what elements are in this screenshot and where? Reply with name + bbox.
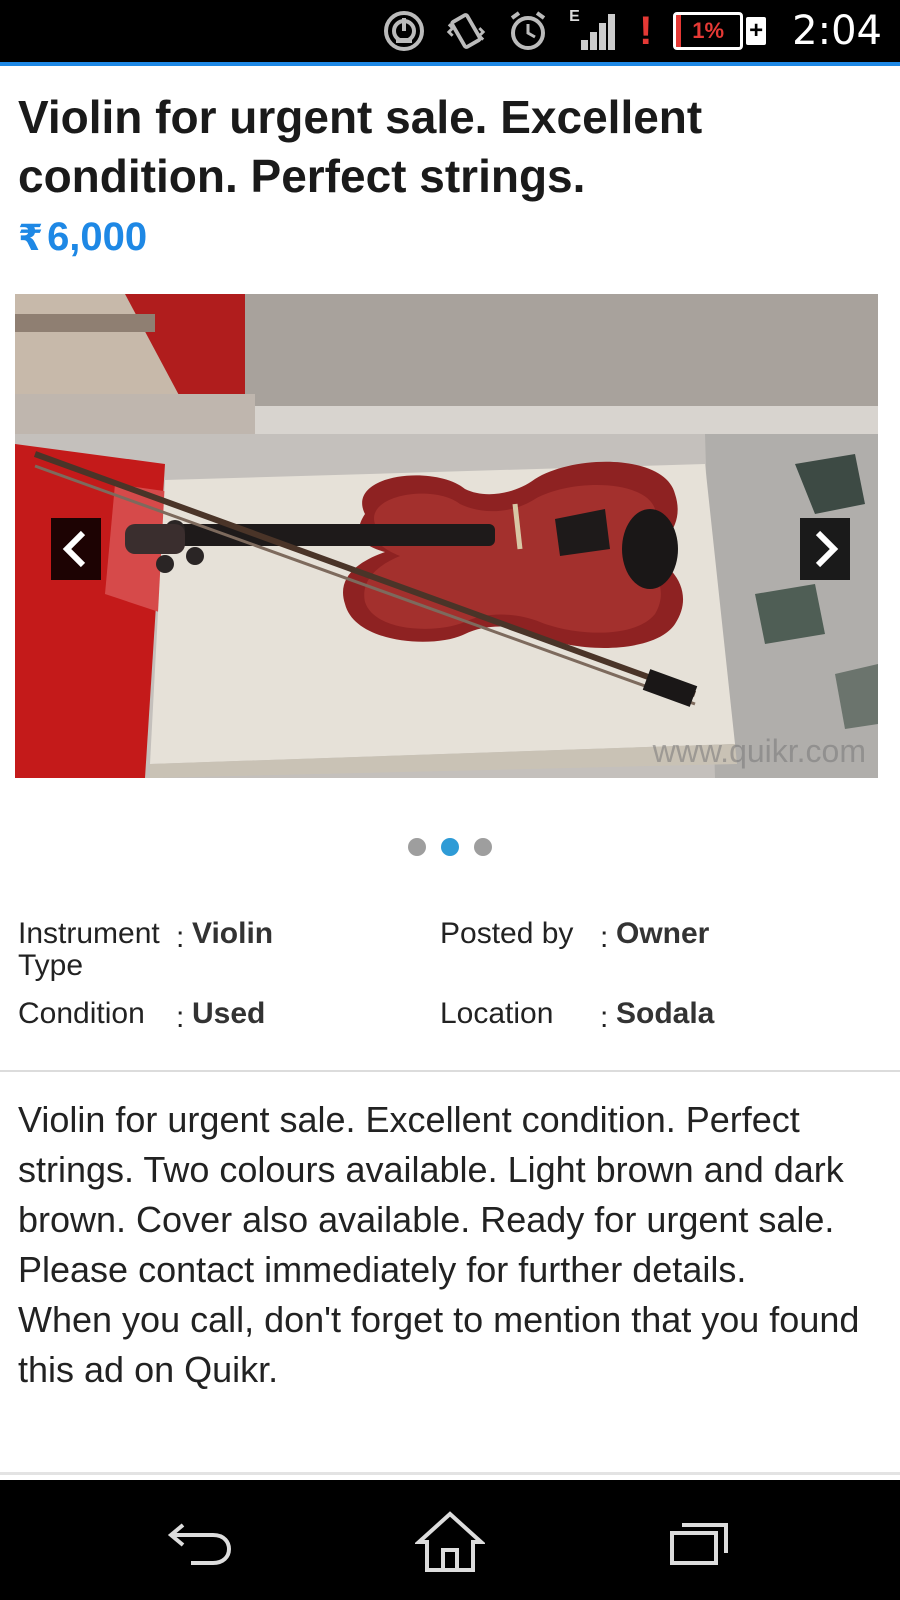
spec-instrument-type: Instrument Type : Violin xyxy=(18,918,273,982)
ad-price: ₹ 6,000 xyxy=(18,215,147,260)
section-divider xyxy=(0,1472,900,1475)
description-paragraph: When you call, don't forget to mention t… xyxy=(18,1299,860,1390)
battery-level: 1% xyxy=(692,18,725,43)
alarm-clock-icon xyxy=(507,10,549,52)
violin-photo xyxy=(15,294,878,778)
spec-location-label: Location xyxy=(440,997,554,1030)
spec-colon: : xyxy=(176,1001,185,1034)
home-button[interactable] xyxy=(405,1502,495,1582)
chevron-left-icon xyxy=(62,530,86,568)
spec-condition-value: Used xyxy=(192,997,266,1030)
home-icon xyxy=(415,1511,485,1572)
spec-instrument-label-line2: Type xyxy=(18,949,84,982)
page-dot-active[interactable] xyxy=(441,838,459,856)
spec-location-value: Sodala xyxy=(616,997,715,1030)
gallery-prev-button[interactable] xyxy=(51,518,101,580)
spec-instrument-label-line1: Instrument xyxy=(18,917,160,950)
signal-icon: E xyxy=(569,8,619,52)
chevron-right-icon xyxy=(815,530,839,568)
image-gallery[interactable]: www.quikr.com xyxy=(15,294,878,778)
gallery-next-button[interactable] xyxy=(800,518,850,580)
recent-apps-button[interactable] xyxy=(655,1502,745,1582)
alert-icon: ! xyxy=(639,8,653,53)
spec-colon: : xyxy=(600,1001,609,1034)
battery-icon: 1% + xyxy=(673,12,767,50)
description-paragraph: Violin for urgent sale. Excellent condit… xyxy=(18,1099,844,1290)
recent-apps-icon xyxy=(670,1523,728,1565)
spec-location: Location : Sodala xyxy=(440,998,714,1035)
image-watermark: www.quikr.com xyxy=(652,733,866,769)
status-time: 2:04 xyxy=(792,8,882,54)
spec-instrument-value: Violin xyxy=(192,917,274,950)
page-dot[interactable] xyxy=(408,838,426,856)
spec-posted-by: Posted by : Owner xyxy=(440,918,709,955)
spec-colon: : xyxy=(176,921,185,954)
ad-title: Violin for urgent sale. Excellent condit… xyxy=(18,91,703,202)
system-nav-bar xyxy=(0,1480,900,1600)
spec-posted-by-label: Posted by xyxy=(440,917,574,950)
back-icon xyxy=(167,1523,232,1565)
status-bar: E ! 1% + 2:04 xyxy=(0,0,900,62)
spec-posted-by-value: Owner xyxy=(616,917,710,950)
gallery-pagination xyxy=(0,838,900,856)
page-dot[interactable] xyxy=(474,838,492,856)
status-accent-line xyxy=(0,62,900,66)
vibrate-icon xyxy=(445,10,487,52)
spec-condition-label: Condition xyxy=(18,997,145,1030)
speedometer-icon xyxy=(383,10,425,52)
charging-plus: + xyxy=(746,17,767,45)
spec-colon: : xyxy=(600,921,609,954)
back-button[interactable] xyxy=(155,1502,245,1582)
currency-symbol: ₹ xyxy=(18,217,44,258)
ad-description: Violin for urgent sale. Excellent condit… xyxy=(18,1095,884,1395)
network-type-label: E xyxy=(569,8,580,25)
spec-condition: Condition : Used xyxy=(18,998,265,1035)
section-divider xyxy=(0,1070,900,1072)
price-value: 6,000 xyxy=(47,215,148,259)
status-icons: E ! 1% + 2:04 xyxy=(383,8,882,54)
